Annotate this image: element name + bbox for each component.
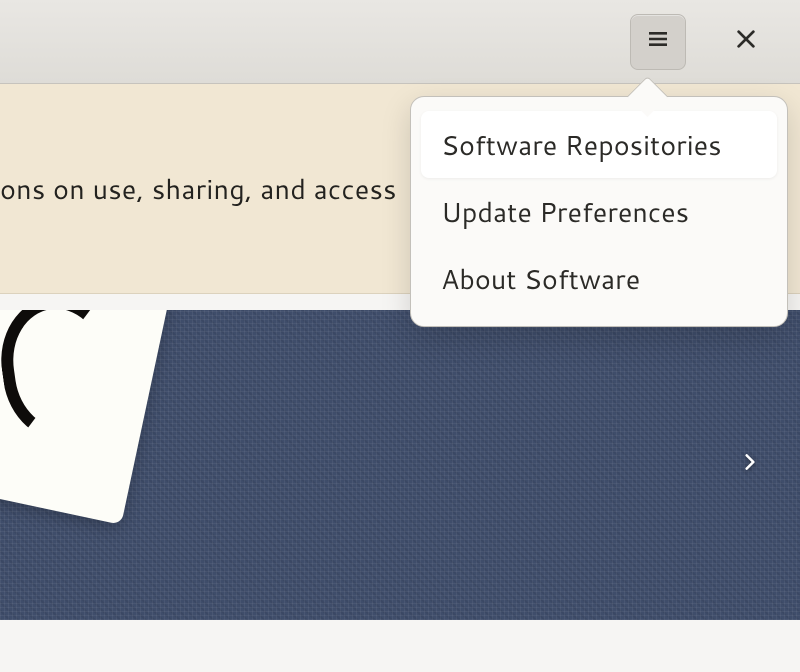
menu-item-software-repositories[interactable]: Software Repositories: [421, 111, 777, 178]
info-bar-text: ons on use, sharing, and access: [0, 169, 397, 208]
menu-item-label: Software Repositories: [441, 125, 722, 164]
menu-item-label: About Software: [441, 259, 640, 298]
window: ons on use, sharing, and access Software…: [0, 0, 800, 672]
banner-next-button[interactable]: [728, 443, 772, 487]
close-button[interactable]: [718, 14, 774, 70]
content-area: [0, 296, 800, 642]
menu-item-about-software[interactable]: About Software: [421, 245, 777, 312]
chevron-right-icon: [740, 452, 760, 478]
menu-item-update-preferences[interactable]: Update Preferences: [421, 178, 777, 245]
menu-item-label: Update Preferences: [441, 192, 689, 231]
hamburger-menu-button[interactable]: [630, 14, 686, 70]
header-bar: [0, 0, 800, 84]
close-icon: [735, 28, 757, 56]
hamburger-icon: [646, 27, 670, 57]
hamburger-popover: Software Repositories Update Preferences…: [410, 96, 788, 327]
banner-artwork: [0, 310, 171, 525]
featured-banner[interactable]: [0, 310, 800, 620]
